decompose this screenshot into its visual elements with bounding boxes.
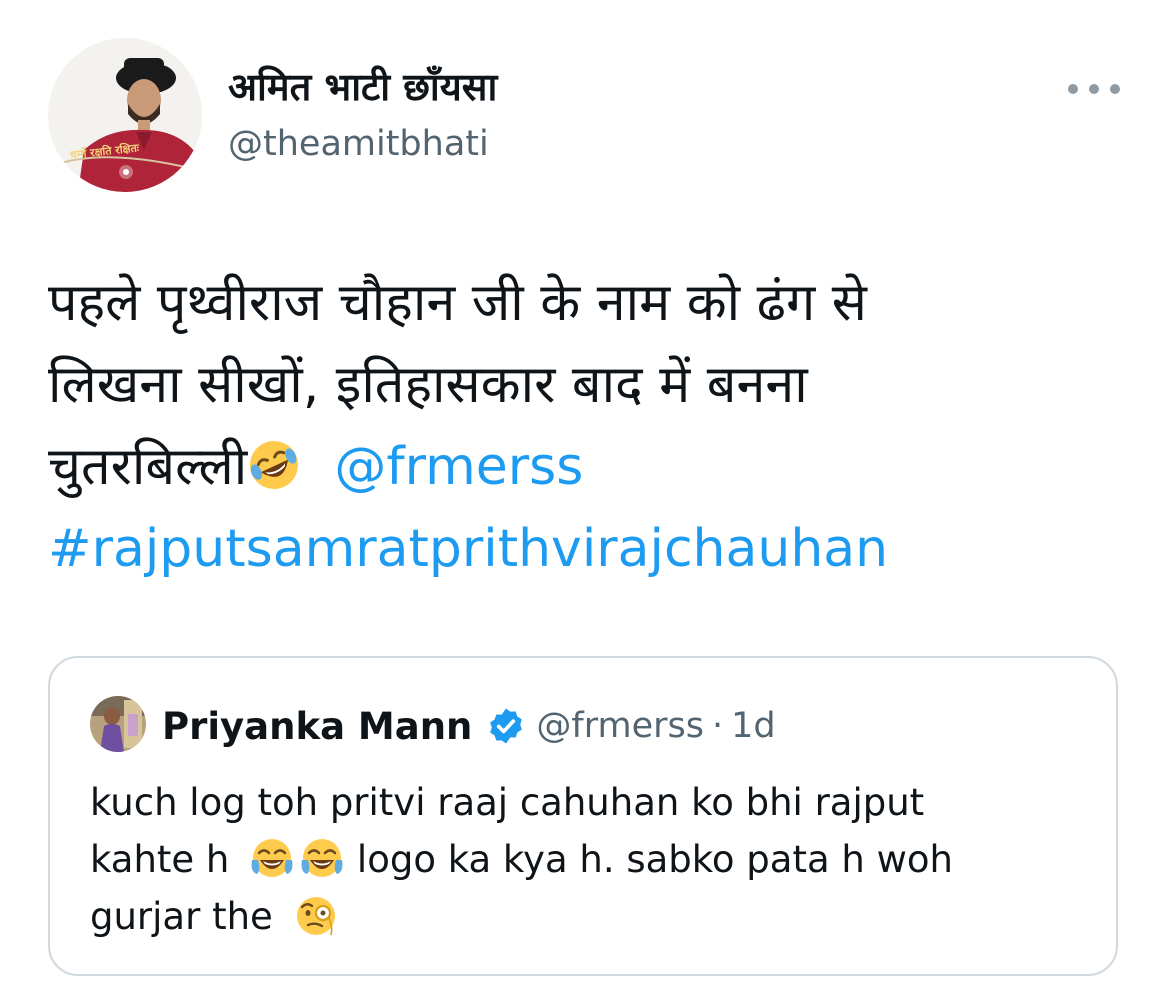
quoted-text-part: kahte h	[90, 838, 230, 881]
face-with-tears-of-joy-emoji	[301, 839, 343, 877]
author-avatar[interactable]: धर्मो रक्षति रक्षितः	[48, 38, 202, 192]
more-horizontal-icon	[1068, 84, 1078, 94]
quoted-text-part: logo ka kya h. sabko pata h woh	[356, 838, 953, 881]
face-with-monocle-emoji	[296, 897, 335, 936]
tweet-text-line: लिखना सीखों, इतिहासकार बाद में बनना	[48, 355, 808, 415]
tweet-text-line: पहले पृथ्वीराज चौहान जी के नाम को ढंग से	[48, 273, 867, 333]
verified-badge-icon	[490, 708, 523, 744]
quoted-tweet-text: kuch log toh pritvi raaj cahuhan ko bhi …	[90, 774, 1080, 945]
quoted-tweet-header: Priyanka Mann @frmerss · 1d	[162, 700, 776, 752]
author-avatar-image	[48, 38, 202, 192]
quoted-author-avatar-image	[90, 696, 146, 752]
quoted-author-name[interactable]: Priyanka Mann	[162, 705, 472, 748]
more-horizontal-icon-dot	[1110, 84, 1120, 94]
more-horizontal-icon-dot	[1089, 84, 1099, 94]
quoted-author-avatar[interactable]	[90, 696, 146, 752]
face-with-tears-of-joy-emoji	[251, 839, 293, 877]
mention-link[interactable]: @frmerss	[334, 437, 583, 497]
more-options-button[interactable]	[1068, 74, 1120, 104]
author-handle[interactable]: @theamitbhati	[228, 122, 489, 166]
separator-dot: ·	[712, 706, 724, 746]
tweet[interactable]: धर्मो रक्षति रक्षितः अमित भाटी छाँयसा @t…	[0, 0, 1170, 1005]
tweet-text: पहले पृथ्वीराज चौहान जी के नाम को ढंग से…	[48, 262, 1128, 590]
author-display-name[interactable]: अमित भाटी छाँयसा	[228, 64, 497, 110]
hashtag-link[interactable]: #rajputsamratprithvirajchauhan	[48, 519, 888, 579]
quoted-tweet[interactable]: Priyanka Mann @frmerss · 1d kuch log toh…	[48, 656, 1118, 976]
rolling-on-floor-laughing-emoji	[250, 441, 299, 489]
quoted-author-handle[interactable]: @frmerss	[536, 706, 704, 746]
tweet-text-line: चुतरबिल्ली	[48, 437, 248, 497]
quoted-text-part: gurjar the	[90, 895, 273, 938]
quoted-text-part: kuch log toh pritvi raaj cahuhan ko bhi …	[90, 781, 925, 824]
quoted-tweet-time[interactable]: 1d	[731, 706, 776, 746]
